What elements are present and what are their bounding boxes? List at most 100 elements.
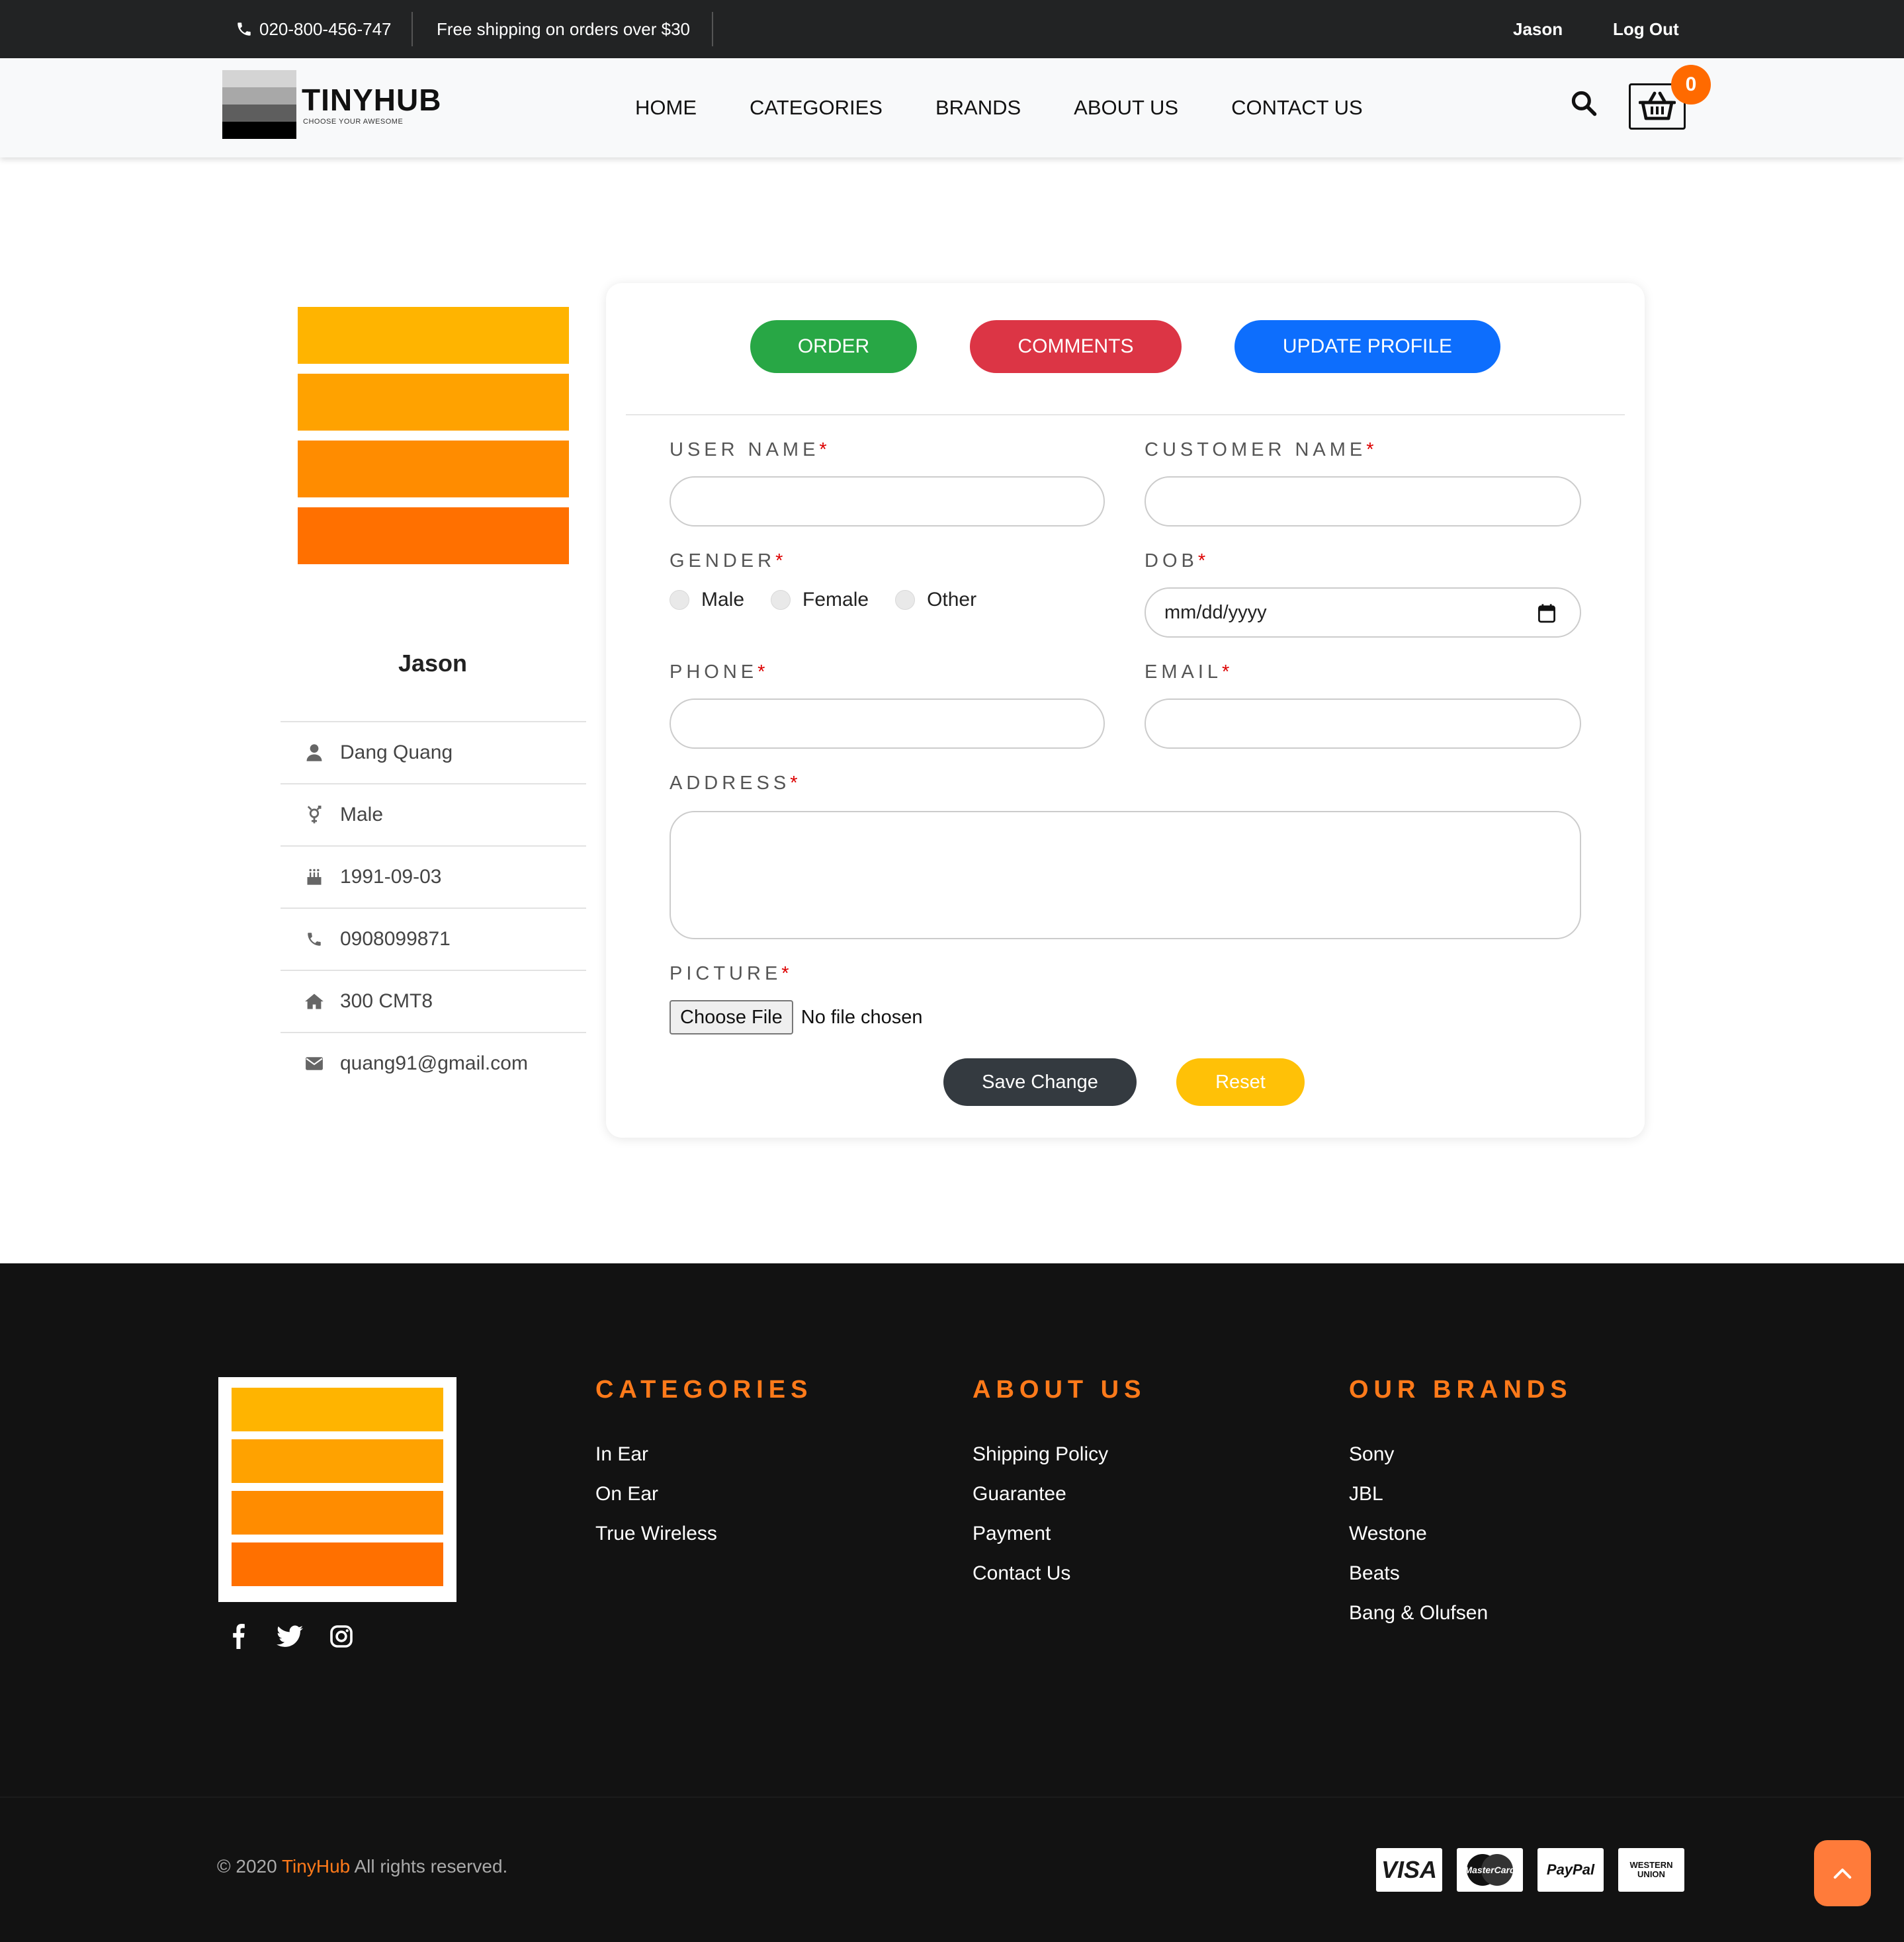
profile-dob: 1991-09-03: [281, 845, 586, 908]
comments-tab-button[interactable]: COMMENTS: [970, 320, 1182, 373]
envelope-icon: [304, 1054, 324, 1074]
footer-link[interactable]: Shipping Policy: [973, 1435, 1146, 1474]
order-tab-button[interactable]: ORDER: [750, 320, 917, 373]
birthday-cake-icon: [304, 867, 324, 887]
phone-icon: [304, 929, 324, 949]
shipping-notice: Free shipping on orders over $30: [437, 19, 691, 39]
search-icon[interactable]: [1569, 89, 1601, 120]
footer-link[interactable]: True Wireless: [595, 1514, 812, 1554]
footer-link[interactable]: Westone: [1349, 1514, 1573, 1554]
profile-gender: Male: [281, 783, 586, 845]
twitter-icon[interactable]: [277, 1623, 303, 1650]
social-links: [225, 1623, 355, 1650]
dob-placeholder: mm/dd/yyyy: [1164, 601, 1267, 623]
facebook-icon[interactable]: [225, 1623, 251, 1650]
home-icon: [304, 992, 324, 1011]
phone-label: PHONE*: [670, 661, 765, 683]
customer-name-label: CUSTOMER NAME*: [1145, 439, 1374, 460]
save-change-button[interactable]: Save Change: [943, 1058, 1137, 1106]
footer-link[interactable]: Payment: [973, 1514, 1146, 1554]
dob-date-input[interactable]: mm/dd/yyyy: [1145, 587, 1581, 638]
footer-link[interactable]: JBL: [1349, 1474, 1573, 1514]
radio-button[interactable]: [895, 590, 916, 610]
brand-name: TINYHUB: [302, 83, 442, 117]
profile-form-card: ORDER COMMENTS UPDATE PROFILE USER NAME*…: [606, 283, 1645, 1138]
basket-icon: [1639, 91, 1676, 120]
western-union-icon: WESTERN UNION: [1618, 1848, 1684, 1892]
footer-link[interactable]: Guarantee: [973, 1474, 1146, 1514]
footer-logo[interactable]: [218, 1377, 456, 1602]
top-bar: 020-800-456-747 Free shipping on orders …: [0, 0, 1904, 58]
footer-link[interactable]: In Ear: [595, 1435, 812, 1474]
user-name-input[interactable]: [670, 476, 1105, 527]
customer-name-value: Dang Quang: [340, 741, 453, 763]
logout-link[interactable]: Log Out: [1613, 0, 1679, 58]
divider: [712, 12, 713, 46]
gender-label: GENDER*: [670, 550, 783, 571]
account-link[interactable]: Jason: [1513, 0, 1563, 58]
calendar-icon[interactable]: [1537, 603, 1556, 623]
copyright-brand-link[interactable]: TinyHub: [282, 1856, 350, 1877]
visa-icon: VISA: [1376, 1848, 1442, 1892]
footer-link[interactable]: Beats: [1349, 1554, 1573, 1593]
picture-file-input[interactable]: Choose File No file chosen: [670, 1000, 923, 1034]
gender-option-male[interactable]: Male: [670, 589, 744, 611]
footer-link[interactable]: Bang & Olufsen: [1349, 1593, 1573, 1633]
update-profile-tab-button[interactable]: UPDATE PROFILE: [1234, 320, 1500, 373]
email-label: EMAIL*: [1145, 661, 1230, 683]
brand-tagline: CHOOSE YOUR AWESOME: [303, 118, 404, 126]
email-value: quang91@gmail.com: [340, 1052, 528, 1074]
address-textarea[interactable]: [670, 811, 1581, 939]
copyright: © 2020 TinyHub All rights reserved.: [217, 1856, 508, 1877]
user-name-label: USER NAME*: [670, 439, 827, 460]
gender-value: Male: [340, 804, 384, 825]
nav-home[interactable]: HOME: [635, 96, 697, 120]
gender-option-female[interactable]: Female: [771, 589, 869, 611]
scroll-to-top-button[interactable]: [1814, 1840, 1871, 1906]
reset-button[interactable]: Reset: [1176, 1058, 1305, 1106]
footer-link[interactable]: Sony: [1349, 1435, 1573, 1474]
chevron-up-icon: [1833, 1869, 1852, 1879]
footer-categories: CATEGORIES In Ear On Ear True Wireless: [595, 1376, 812, 1554]
footer-bottom-bar: © 2020 TinyHub All rights reserved. VISA…: [0, 1796, 1904, 1942]
footer-link[interactable]: Contact Us: [973, 1554, 1146, 1593]
user-icon: [304, 743, 324, 763]
choose-file-button[interactable]: Choose File: [670, 1000, 793, 1034]
profile-address: 300 CMT8: [281, 970, 586, 1032]
phone-value: 0908099871: [340, 928, 451, 950]
site-logo[interactable]: TINYHUB CHOOSE YOUR AWESOME: [222, 70, 447, 143]
footer: CATEGORIES In Ear On Ear True Wireless A…: [0, 1263, 1904, 1796]
main-header: TINYHUB CHOOSE YOUR AWESOME HOME CATEGOR…: [0, 58, 1904, 157]
nav-categories[interactable]: CATEGORIES: [750, 96, 883, 120]
gender-radio-group: Male Female Other: [670, 589, 1003, 611]
radio-button[interactable]: [771, 590, 791, 610]
divider: [411, 12, 413, 46]
svg-text:MasterCard: MasterCard: [1464, 1865, 1515, 1875]
gender-option-other[interactable]: Other: [895, 589, 976, 611]
email-input[interactable]: [1145, 698, 1581, 749]
phone-input[interactable]: [670, 698, 1105, 749]
address-value: 300 CMT8: [340, 990, 433, 1012]
nav-about-us[interactable]: ABOUT US: [1074, 96, 1178, 120]
footer-about: ABOUT US Shipping Policy Guarantee Payme…: [973, 1376, 1146, 1593]
mastercard-icon: MasterCard: [1457, 1848, 1523, 1892]
profile-email: quang91@gmail.com: [281, 1032, 586, 1094]
nav-contact-us[interactable]: CONTACT US: [1231, 96, 1363, 120]
phone-icon: [238, 22, 251, 36]
footer-about-title: ABOUT US: [973, 1376, 1147, 1404]
profile-customer-name: Dang Quang: [281, 721, 586, 783]
nav-brands[interactable]: BRANDS: [935, 96, 1021, 120]
footer-link[interactable]: On Ear: [595, 1474, 812, 1514]
main-nav: HOME CATEGORIES BRANDS ABOUT US CONTACT …: [635, 58, 1363, 157]
instagram-icon[interactable]: [328, 1623, 355, 1650]
address-label: ADDRESS*: [670, 773, 798, 794]
avatar: [298, 307, 569, 565]
cart-count-badge: 0: [1671, 65, 1711, 105]
divider: [626, 414, 1625, 415]
dob-label: DOB*: [1145, 550, 1206, 571]
radio-button[interactable]: [670, 590, 689, 610]
customer-name-input[interactable]: [1145, 476, 1581, 527]
footer-categories-title: CATEGORIES: [595, 1376, 813, 1404]
dob-value: 1991-09-03: [340, 866, 442, 888]
paypal-icon: PayPal: [1537, 1848, 1604, 1892]
